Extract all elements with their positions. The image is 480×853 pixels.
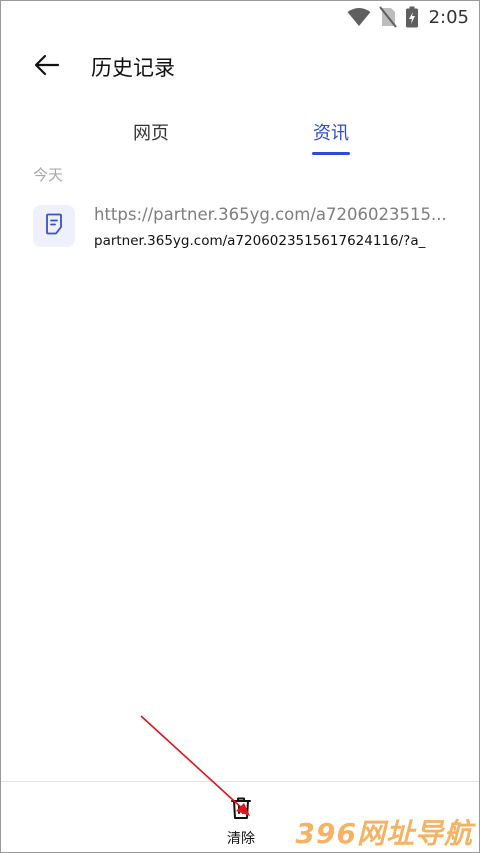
trash-icon (230, 796, 252, 824)
tab-news[interactable]: 资讯 (291, 107, 371, 157)
arrow-left-icon (34, 54, 60, 80)
history-item-icon-box (33, 205, 75, 247)
history-item-title: https://partner.365yg.com/a7206023515... (94, 205, 447, 224)
screen: 2:05 历史记录 网页 资讯 今天 https://partner.365yg… (0, 0, 480, 853)
wifi-icon (347, 7, 371, 27)
back-button[interactable] (23, 43, 71, 91)
section-label-today: 今天 (33, 166, 64, 184)
status-bar: 2:05 (1, 1, 479, 33)
tab-indicator (312, 152, 350, 155)
document-icon (44, 213, 64, 239)
clear-label: 清除 (227, 831, 255, 847)
app-bar: 历史记录 (1, 41, 479, 93)
tab-webpages[interactable]: 网页 (111, 107, 191, 157)
status-time: 2:05 (428, 6, 469, 28)
tab-bar: 网页 资讯 (1, 107, 479, 159)
battery-charging-icon (405, 6, 419, 28)
clear-button[interactable]: 清除 (216, 796, 266, 847)
watermark-logo: 396网址导航 (295, 817, 473, 850)
history-item-url: partner.365yg.com/a7206023515617624116/?… (94, 233, 426, 249)
no-sim-icon (378, 6, 397, 28)
page-title: 历史记录 (91, 56, 175, 80)
history-item[interactable]: https://partner.365yg.com/a7206023515...… (1, 195, 479, 265)
